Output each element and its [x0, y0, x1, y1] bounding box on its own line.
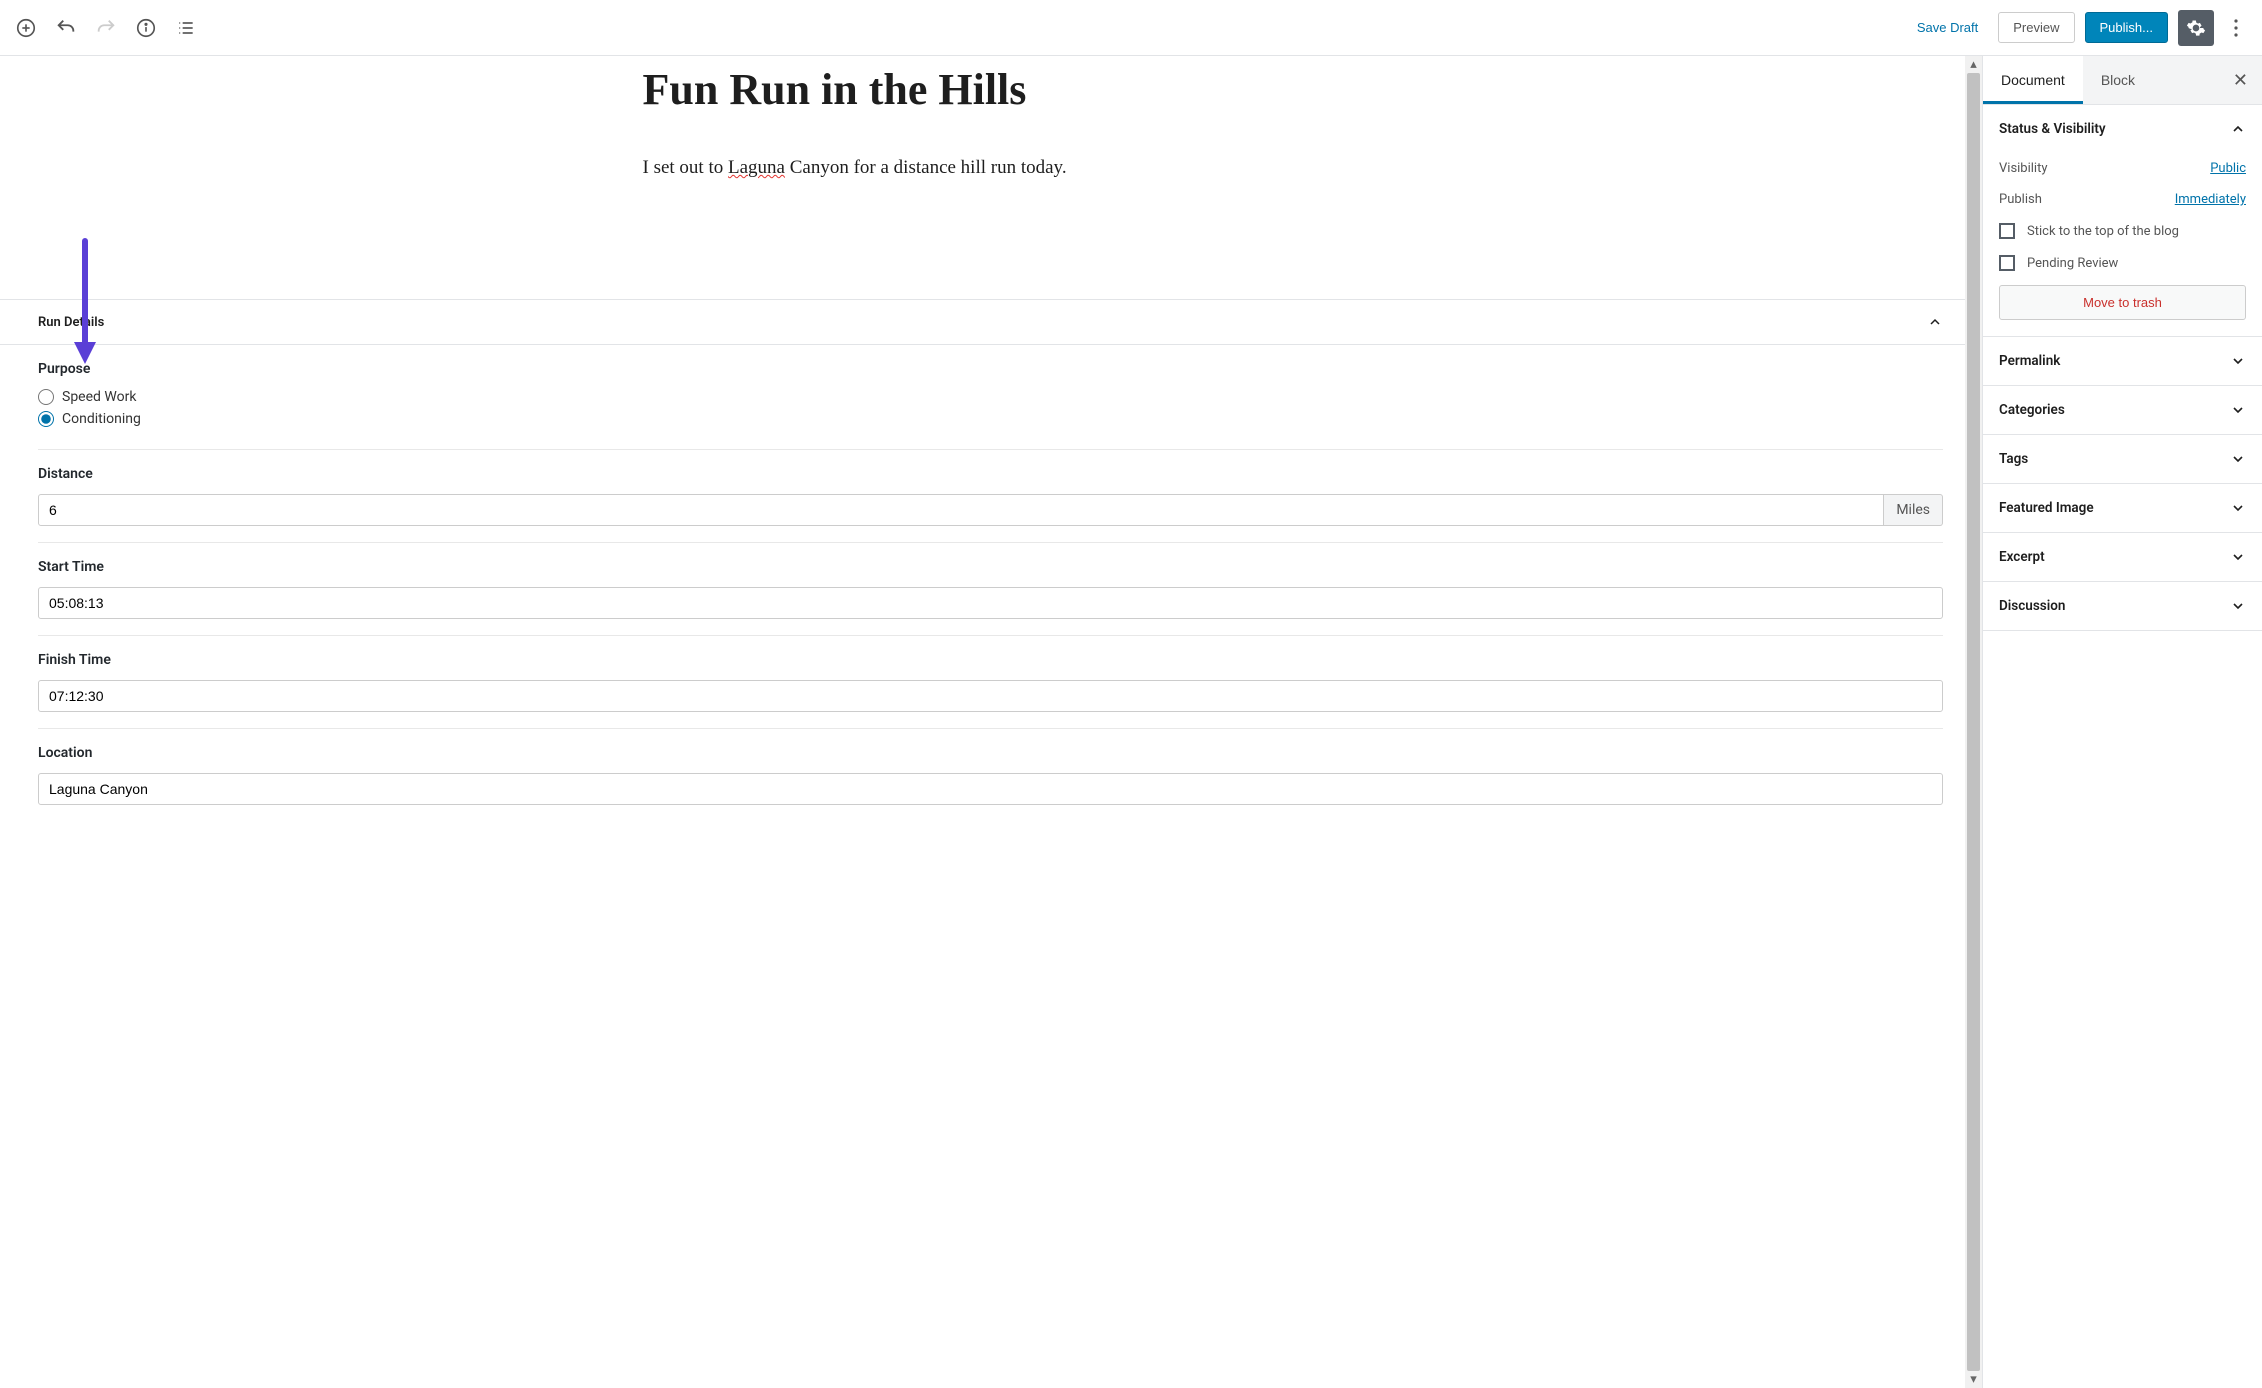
chevron-down-icon: [2230, 598, 2246, 614]
field-finish-time: Finish Time: [38, 636, 1943, 729]
post-body[interactable]: I set out to Laguna Canyon for a distanc…: [643, 153, 1323, 183]
add-block-button[interactable]: [8, 10, 44, 46]
panel-status-visibility: Status & Visibility Visibility Public Pu…: [1983, 105, 2262, 337]
chevron-down-icon: [2230, 549, 2246, 565]
tab-block[interactable]: Block: [2083, 56, 2153, 104]
checkbox-stick-top[interactable]: Stick to the top of the blog: [1999, 215, 2246, 247]
block-nav-button[interactable]: [168, 10, 204, 46]
redo-button[interactable]: [88, 10, 124, 46]
settings-button[interactable]: [2178, 10, 2214, 46]
panel-header[interactable]: Discussion: [1983, 582, 2262, 630]
editor-canvas[interactable]: Fun Run in the Hills I set out to Laguna…: [0, 56, 1965, 1388]
panel-header[interactable]: Tags: [1983, 435, 2262, 483]
chevron-down-icon: [2230, 402, 2246, 418]
finish-time-input[interactable]: [38, 680, 1943, 712]
post-title[interactable]: Fun Run in the Hills: [643, 64, 1323, 117]
panel-featured-image: Featured Image: [1983, 484, 2262, 533]
radio-input-conditioning[interactable]: [38, 411, 54, 427]
tab-document[interactable]: Document: [1983, 56, 2083, 104]
panel-excerpt: Excerpt: [1983, 533, 2262, 582]
move-to-trash-button[interactable]: Move to trash: [1999, 285, 2246, 320]
panel-header[interactable]: Status & Visibility: [1983, 105, 2262, 153]
scroll-up-icon[interactable]: ▴: [1965, 56, 1982, 73]
field-start-time: Start Time: [38, 543, 1943, 636]
redo-icon: [95, 17, 117, 39]
chevron-down-icon: [2230, 353, 2246, 369]
panel-header[interactable]: Excerpt: [1983, 533, 2262, 581]
undo-icon: [55, 17, 77, 39]
radio-speed-work[interactable]: Speed Work: [38, 389, 1943, 405]
editor-topbar: Save Draft Preview Publish...: [0, 0, 2262, 56]
meta-box-run-details: Run Details Purpose Speed Work Condition…: [0, 299, 1965, 821]
more-menu-button[interactable]: [2224, 10, 2248, 46]
field-location: Location: [38, 729, 1943, 821]
topbar-right: Save Draft Preview Publish...: [1907, 10, 2254, 46]
field-label: Finish Time: [38, 652, 1943, 668]
content-info-button[interactable]: [128, 10, 164, 46]
undo-button[interactable]: [48, 10, 84, 46]
publish-button[interactable]: Publish...: [2085, 12, 2168, 43]
preview-button[interactable]: Preview: [1998, 12, 2074, 43]
chevron-up-icon: [2230, 121, 2246, 137]
kebab-icon: [2234, 19, 2238, 37]
sidebar-tabs: Document Block ✕: [1983, 56, 2262, 105]
scrollbar[interactable]: ▴ ▾: [1965, 56, 1982, 1388]
radio-conditioning[interactable]: Conditioning: [38, 411, 1943, 427]
publish-date-link[interactable]: Immediately: [2175, 192, 2246, 207]
panel-header[interactable]: Permalink: [1983, 337, 2262, 385]
meta-box-header[interactable]: Run Details: [0, 300, 1965, 345]
spellcheck-word: Laguna: [728, 157, 785, 178]
panel-header[interactable]: Categories: [1983, 386, 2262, 434]
chevron-down-icon: [2230, 451, 2246, 467]
chevron-down-icon: [2230, 500, 2246, 516]
field-label: Location: [38, 745, 1943, 761]
scroll-thumb[interactable]: [1967, 73, 1980, 1371]
settings-sidebar: Document Block ✕ Status & Visibility Vis…: [1982, 56, 2262, 1388]
save-draft-button[interactable]: Save Draft: [1907, 14, 1988, 41]
panel-permalink: Permalink: [1983, 337, 2262, 386]
field-label: Distance: [38, 466, 1943, 482]
close-icon: ✕: [2233, 70, 2248, 90]
checkbox-icon: [1999, 223, 2015, 239]
checkbox-pending-review[interactable]: Pending Review: [1999, 247, 2246, 279]
meta-box-title: Run Details: [38, 315, 104, 330]
info-icon: [135, 17, 157, 39]
radio-input-speed[interactable]: [38, 389, 54, 405]
field-purpose: Purpose Speed Work Conditioning: [38, 345, 1943, 450]
row-publish: Publish Immediately: [1999, 184, 2246, 215]
panel-discussion: Discussion: [1983, 582, 2262, 631]
panel-categories: Categories: [1983, 386, 2262, 435]
visibility-link[interactable]: Public: [2210, 161, 2246, 176]
close-sidebar-button[interactable]: ✕: [2219, 60, 2262, 101]
panel-tags: Tags: [1983, 435, 2262, 484]
row-visibility: Visibility Public: [1999, 153, 2246, 184]
outline-icon: [176, 18, 196, 38]
panel-header[interactable]: Featured Image: [1983, 484, 2262, 532]
distance-input[interactable]: [38, 494, 1884, 526]
field-distance: Distance Miles: [38, 450, 1943, 543]
field-label: Start Time: [38, 559, 1943, 575]
start-time-input[interactable]: [38, 587, 1943, 619]
plus-circle-icon: [15, 17, 37, 39]
gear-icon: [2186, 18, 2206, 38]
chevron-up-icon: [1927, 314, 1943, 330]
scroll-down-icon[interactable]: ▾: [1965, 1371, 1982, 1388]
distance-unit: Miles: [1884, 494, 1943, 526]
topbar-left: [8, 10, 204, 46]
location-input[interactable]: [38, 773, 1943, 805]
field-label: Purpose: [38, 361, 1943, 377]
checkbox-icon: [1999, 255, 2015, 271]
